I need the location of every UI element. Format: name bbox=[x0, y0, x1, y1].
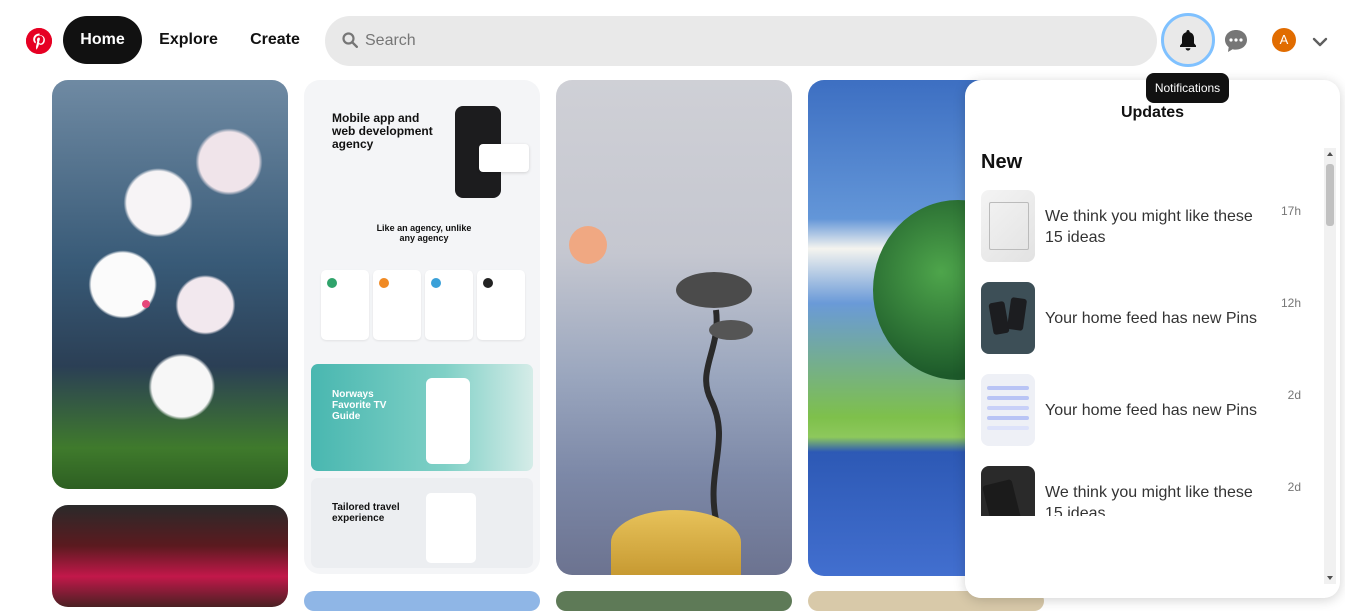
chat-bubble-icon bbox=[1225, 30, 1247, 52]
nav-explore-button[interactable]: Explore bbox=[146, 16, 231, 64]
notification-item[interactable]: Your home feed has new Pins 12h bbox=[981, 282, 1301, 354]
account-menu-chevron-icon[interactable] bbox=[1310, 32, 1330, 52]
notification-item[interactable]: We think you might like these 15 ideas 1… bbox=[981, 190, 1301, 262]
notification-text: We think you might like these 15 ideas bbox=[1045, 208, 1253, 246]
search-input[interactable] bbox=[365, 16, 1145, 66]
notifications-panel: Updates New We think you might like thes… bbox=[965, 80, 1340, 598]
notification-thumbnail bbox=[981, 374, 1035, 446]
notification-thumbnail bbox=[981, 282, 1035, 354]
notifications-tooltip: Notifications bbox=[1146, 73, 1229, 103]
cliff bbox=[611, 510, 741, 575]
panel-title: Updates bbox=[1120, 104, 1185, 121]
notification-thumbnail bbox=[981, 190, 1035, 262]
notifications-button[interactable] bbox=[1161, 13, 1215, 67]
notification-time: 17h bbox=[1280, 204, 1301, 218]
pin-mountain-tree[interactable] bbox=[556, 80, 792, 575]
panel-footer bbox=[965, 516, 1325, 598]
pin-agency-subhead: Like an agency, unlike any agency bbox=[376, 223, 472, 243]
pin-red-tree[interactable] bbox=[52, 505, 288, 607]
scroll-thumb[interactable] bbox=[1326, 164, 1334, 226]
chart-card-mockup bbox=[479, 144, 529, 172]
pin-cherry-blossom[interactable] bbox=[52, 80, 288, 489]
bell-icon bbox=[1180, 30, 1196, 51]
scroll-down-arrow-icon[interactable] bbox=[1327, 576, 1333, 580]
pin-sky[interactable] bbox=[304, 591, 540, 611]
tv-guide-card: Norways Favorite TV Guide bbox=[311, 364, 533, 471]
notification-item[interactable]: Your home feed has new Pins 2d bbox=[981, 374, 1301, 446]
tree-illustration bbox=[676, 272, 753, 521]
nav-home-button[interactable]: Home bbox=[63, 16, 142, 64]
travel-title: Tailored travel experience bbox=[332, 502, 400, 524]
pin-agency-design[interactable]: Mobile app and web development agency Li… bbox=[304, 80, 540, 574]
search-bar[interactable] bbox=[325, 16, 1157, 66]
panel-scrollbar[interactable] bbox=[1324, 148, 1336, 584]
tv-guide-title: Norways Favorite TV Guide bbox=[332, 389, 387, 422]
pin-agency-headline: Mobile app and web development agency bbox=[332, 111, 433, 151]
top-navigation-bar: Home Explore Create A bbox=[0, 0, 1345, 80]
section-new-heading: New bbox=[981, 151, 1023, 173]
notification-text: Your home feed has new Pins bbox=[1045, 310, 1257, 327]
notification-time: 2d bbox=[1287, 480, 1301, 494]
scroll-up-arrow-icon[interactable] bbox=[1327, 152, 1333, 156]
service-cards bbox=[321, 270, 525, 340]
user-avatar[interactable]: A bbox=[1272, 28, 1296, 52]
pinterest-logo-icon[interactable] bbox=[26, 28, 52, 54]
notification-time: 2d bbox=[1287, 388, 1301, 402]
sun-shape bbox=[569, 226, 607, 264]
travel-card: Tailored travel experience bbox=[311, 478, 533, 568]
pin-forest[interactable] bbox=[556, 591, 792, 611]
messages-button[interactable] bbox=[1220, 25, 1252, 57]
notification-time: 12h bbox=[1280, 296, 1301, 310]
notification-text: Your home feed has new Pins bbox=[1045, 402, 1257, 419]
search-icon bbox=[342, 32, 359, 53]
nav-create-button[interactable]: Create bbox=[237, 16, 313, 64]
